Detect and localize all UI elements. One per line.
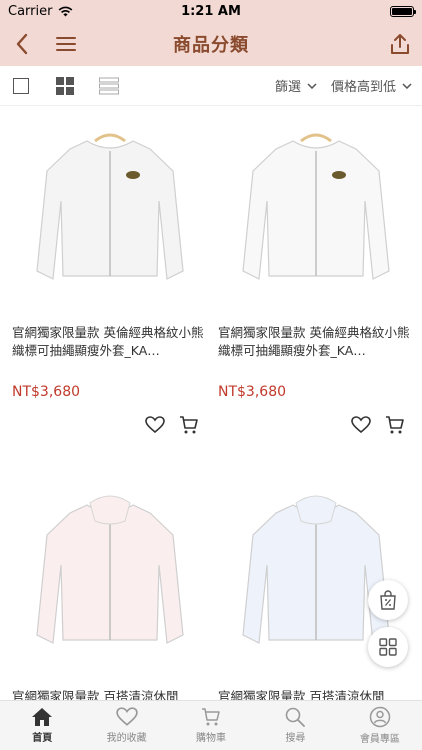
filter-label: 篩選	[274, 80, 301, 95]
select-all-checkbox[interactable]	[10, 75, 32, 97]
product-card[interactable]: 官網獨家限量款 百搭清涼休閒	[12, 470, 208, 700]
bear-badge-icon	[332, 171, 346, 179]
hanger-icon	[300, 133, 332, 143]
tab-label: 搜尋	[285, 733, 306, 744]
tab-favorites[interactable]: 我的收藏	[84, 701, 168, 750]
list-toolbar: 篩選 價格高到低	[0, 66, 422, 106]
cart-icon	[386, 416, 404, 434]
jacket-illustration	[242, 133, 390, 280]
jacket-illustration	[36, 495, 184, 644]
heart-icon	[115, 707, 138, 726]
carrier-label: Carrier	[8, 3, 53, 19]
product-image[interactable]	[12, 470, 208, 680]
tab-label: 我的收藏	[106, 733, 147, 744]
product-image[interactable]	[12, 106, 208, 316]
battery-icon	[390, 5, 416, 17]
tab-cart[interactable]: 購物車	[169, 701, 253, 750]
sort-dropdown[interactable]: 價格高到低	[331, 76, 412, 95]
tab-member[interactable]: 會員專區	[338, 701, 422, 750]
heart-icon	[351, 416, 371, 434]
page-title: 商品分類	[173, 35, 249, 56]
jacket-collar	[89, 495, 131, 525]
chevron-left-icon	[16, 33, 28, 55]
chevron-down-icon	[402, 82, 412, 89]
add-to-cart-button[interactable]	[178, 414, 200, 436]
status-time: 1:21 AM	[181, 3, 241, 19]
share-button[interactable]	[378, 22, 422, 66]
tab-home[interactable]: 首頁	[0, 701, 84, 750]
home-icon	[32, 708, 53, 726]
grid-icon	[379, 638, 397, 656]
tab-label: 會員專區	[359, 734, 400, 745]
product-name[interactable]: 官網獨家限量款 百搭清涼休閒	[218, 688, 414, 700]
jacket-illustration	[36, 133, 184, 280]
favorite-button[interactable]	[350, 414, 372, 436]
tab-bar: 首頁 我的收藏 購物車 搜尋 會員專區	[0, 700, 422, 750]
product-card[interactable]: 官網獨家限量款 英倫經典格紋小熊織標可抽繩顯瘦外套_KA… NT$3,680	[12, 106, 208, 436]
coupon-button[interactable]	[368, 580, 408, 620]
product-grid: 官網獨家限量款 英倫經典格紋小熊織標可抽繩顯瘦外套_KA… NT$3,680 官…	[0, 106, 422, 700]
menu-button[interactable]	[44, 22, 88, 66]
sort-label: 價格高到低	[330, 80, 396, 95]
grid-view-button[interactable]	[54, 75, 76, 97]
discount-bag-icon	[380, 590, 396, 610]
share-icon	[391, 34, 409, 54]
tab-label: 首頁	[32, 733, 53, 744]
product-price: NT$3,680	[218, 384, 287, 400]
list-view-icon	[99, 77, 119, 94]
chevron-down-icon	[307, 82, 317, 89]
tab-label: 購物車	[196, 733, 227, 744]
back-button[interactable]	[0, 22, 44, 66]
status-bar: Carrier 1:21 AM	[0, 0, 422, 22]
add-to-cart-button[interactable]	[384, 414, 406, 436]
search-icon	[286, 707, 306, 727]
product-image[interactable]	[218, 106, 414, 316]
jacket-collar	[295, 495, 337, 525]
menu-icon	[56, 37, 76, 51]
product-name[interactable]: 官網獨家限量款 英倫經典格紋小熊織標可抽繩顯瘦外套_KA…	[218, 324, 414, 360]
wifi-icon	[59, 6, 73, 16]
category-grid-button[interactable]	[368, 627, 408, 667]
favorite-button[interactable]	[144, 414, 166, 436]
product-card[interactable]: 官網獨家限量款 英倫經典格紋小熊織標可抽繩顯瘦外套_KA… NT$3,680	[218, 106, 414, 436]
nav-bar: 商品分類	[0, 22, 422, 66]
tab-search[interactable]: 搜尋	[253, 701, 337, 750]
product-price: NT$3,680	[12, 384, 81, 400]
grid-view-icon	[56, 76, 74, 95]
heart-icon	[145, 416, 165, 434]
filter-dropdown[interactable]: 篩選	[275, 76, 317, 95]
cart-icon	[202, 708, 220, 726]
product-name[interactable]: 官網獨家限量款 英倫經典格紋小熊織標可抽繩顯瘦外套_KA…	[12, 324, 208, 360]
cart-icon	[180, 416, 198, 434]
list-view-button[interactable]	[98, 75, 120, 97]
product-name[interactable]: 官網獨家限量款 百搭清涼休閒	[12, 688, 208, 700]
user-icon	[369, 706, 391, 728]
hanger-icon	[94, 133, 126, 143]
bear-badge-icon	[126, 171, 140, 179]
